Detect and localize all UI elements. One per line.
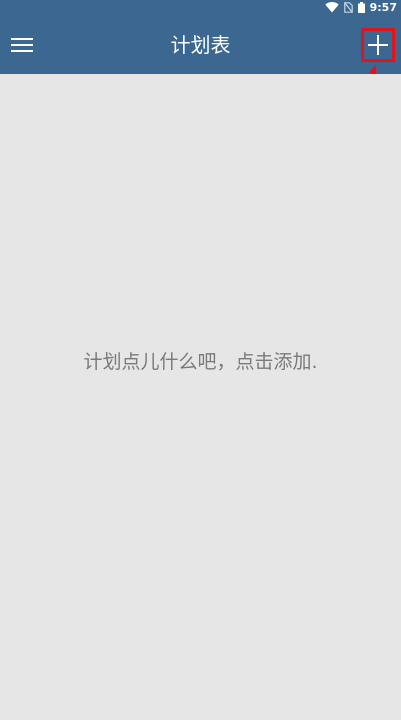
page-title: 计划表 bbox=[170, 33, 231, 57]
app-bar: 计划表 bbox=[0, 15, 401, 74]
plan-list-area: 计划点儿什么吧，点击添加. bbox=[0, 74, 401, 720]
status-bar: 9:57 bbox=[0, 0, 401, 15]
no-sim-icon bbox=[343, 2, 353, 13]
status-time: 9:57 bbox=[369, 1, 397, 14]
empty-state-hint: 计划点儿什么吧，点击添加. bbox=[83, 351, 318, 373]
status-icons: 9:57 bbox=[324, 0, 397, 15]
add-plan-button[interactable] bbox=[361, 28, 395, 62]
wifi-icon bbox=[324, 2, 339, 13]
battery-icon bbox=[357, 2, 365, 13]
